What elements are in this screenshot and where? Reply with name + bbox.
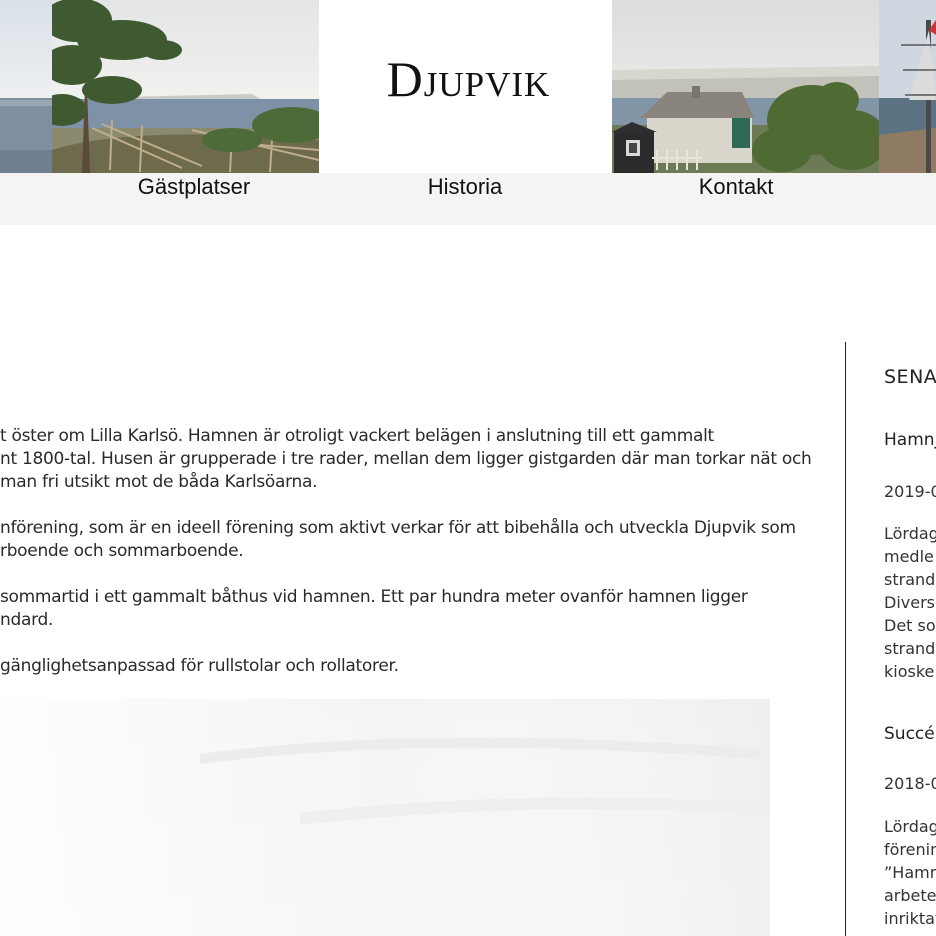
main-article-text: t öster om Lilla Karlsö. Hamnen är otrol… (0, 425, 812, 701)
post-excerpt-line: arbete (884, 886, 936, 905)
nav-item-gastplatser[interactable]: Gästplatser (138, 173, 251, 201)
post-title-link[interactable]: Succé (884, 724, 935, 744)
text-line: nt 1800-tal. Husen är grupperade i tre r… (0, 449, 812, 469)
main-photo (0, 699, 770, 936)
header-photo-sea (0, 0, 52, 173)
post-excerpt-line: Diverse (884, 593, 936, 612)
text-line: ndard. (0, 610, 54, 630)
paragraph-boathouse: sommartid i ett gammalt båthus vid hamne… (0, 586, 770, 632)
post-excerpt-line: Det so (884, 616, 936, 635)
paragraph-accessibility: gänglighetsanpassad för rullstolar och r… (0, 655, 770, 678)
post-title-link[interactable]: Hamnj (884, 430, 936, 450)
sidebar-recent-posts: SENA Hamnj 2019-0 Lördag medle strand Di… (884, 0, 936, 936)
paragraph-location: t öster om Lilla Karlsö. Hamnen är otrol… (0, 425, 812, 494)
nav-item-kontakt[interactable]: Kontakt (699, 173, 774, 201)
site-logo[interactable]: Djupvik (381, 50, 551, 108)
nav-item-historia[interactable]: Historia (428, 173, 503, 201)
sidebar-divider (845, 342, 846, 936)
post-excerpt-line: kioske (884, 662, 935, 681)
post-excerpt-line: inriktat (884, 909, 936, 928)
main-nav: Gästplatser Historia Kontakt (0, 173, 936, 225)
text-line: rboende och sommarboende. (0, 541, 244, 561)
post-date: 2018-0 (884, 774, 936, 793)
header-photo-pine-coast (52, 0, 319, 173)
post-excerpt-line: Lördag (884, 817, 936, 836)
post-date: 2019-0 (884, 482, 936, 501)
header-photo-cottage (612, 0, 879, 173)
text-line: nförening, som är en ideell förening som… (0, 518, 796, 538)
paragraph-association: nförening, som är en ideell förening som… (0, 517, 796, 563)
text-line: man fri utsikt mot de båda Karlsöarna. (0, 472, 318, 492)
text-line: sommartid i ett gammalt båthus vid hamne… (0, 587, 748, 607)
post-excerpt-line: förenin (884, 840, 936, 859)
sidebar-heading: SENA (884, 366, 936, 388)
text-line: gänglighetsanpassad för rullstolar och r… (0, 656, 399, 676)
post-excerpt-line: Lördag (884, 524, 936, 543)
post-excerpt-line: medle (884, 547, 934, 566)
post-excerpt-line: strand (884, 570, 936, 589)
post-excerpt-line: strand (884, 639, 936, 658)
logo-box: Djupvik (319, 0, 612, 173)
post-excerpt-line: ”Hamn (884, 863, 936, 882)
text-line: t öster om Lilla Karlsö. Hamnen är otrol… (0, 426, 714, 446)
header-photo-strip: Djupvik (0, 0, 936, 173)
